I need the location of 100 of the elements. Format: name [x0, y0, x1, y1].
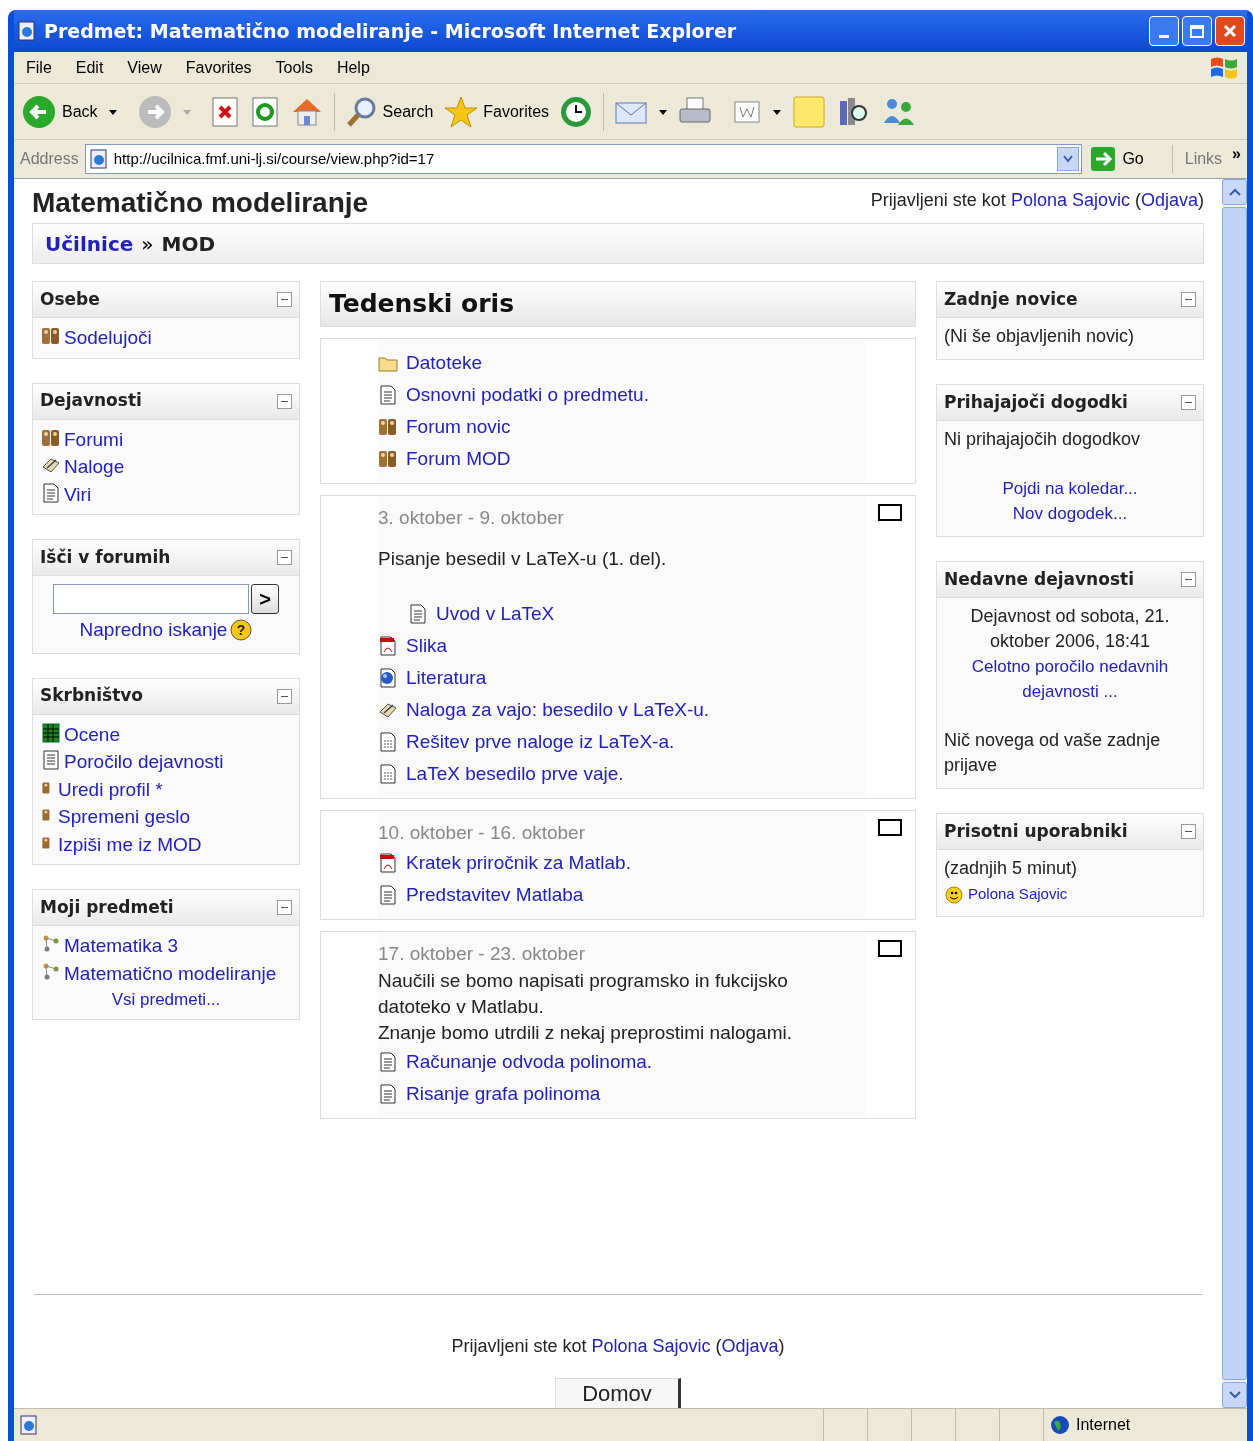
more-link[interactable]: Vsi predmeti... [111, 990, 221, 1009]
more-chevron[interactable]: » [1232, 142, 1241, 166]
activity-link[interactable]: Naloga za vajo: besedilo v LaTeX-u. [406, 697, 710, 723]
document-icon [408, 604, 428, 624]
collapse-icon[interactable] [277, 900, 292, 915]
activity-link[interactable]: LaTeX besedilo prve vaje. [406, 761, 624, 787]
block-title: Zadnje novice [944, 287, 1078, 311]
zone-text: Internet [1076, 1415, 1131, 1435]
block-link[interactable]: Pojdi na koledar... [944, 476, 1196, 501]
user-link[interactable]: Polona Sajovic [591, 1333, 711, 1360]
menu-item[interactable]: View [115, 55, 174, 80]
scroll-down-button[interactable] [1222, 1382, 1247, 1408]
close-icon [1222, 23, 1238, 39]
favorites-button[interactable]: Favorites [443, 94, 550, 129]
close-button[interactable] [1215, 16, 1245, 46]
activity-link[interactable]: Forum MOD [406, 446, 511, 472]
block-title: Nedavne dejavnosti [944, 567, 1134, 591]
logout-link[interactable]: Odjava [1140, 187, 1198, 214]
back-button[interactable]: Back [22, 94, 98, 129]
week-dates: 3. oktober - 9. oktober [378, 506, 565, 530]
menu-item[interactable]: Help [324, 55, 382, 80]
block-link[interactable]: Nov dogodek... [944, 501, 1196, 526]
maximize-button[interactable] [1182, 16, 1212, 46]
go-button[interactable]: Go [1088, 146, 1146, 172]
login-text: Prijavljeni ste kot [451, 1335, 587, 1358]
block-link[interactable]: Viri [64, 483, 92, 505]
search-submit-button[interactable]: > [251, 584, 279, 614]
help-icon[interactable]: ? [230, 619, 253, 642]
collapse-icon[interactable] [277, 393, 292, 409]
page-icon [18, 1414, 40, 1436]
search-button[interactable]: Search [344, 94, 434, 129]
search-field[interactable] [53, 584, 249, 614]
globe-icon [1050, 1415, 1070, 1435]
block-text: Nič novega od vaše zadnje prijave [944, 729, 1162, 777]
block-link[interactable]: Uredi profil * [58, 778, 163, 800]
breadcrumb-separator: » [141, 230, 154, 258]
logout-link[interactable]: Odjava [721, 1333, 779, 1360]
section-summary: Pisanje besedil v LaTeX-u (1. del). [378, 547, 668, 571]
activity-link[interactable]: Slika [406, 633, 448, 659]
dropdown-button[interactable] [1057, 147, 1080, 171]
block-link[interactable]: Matematika 3 [64, 935, 179, 956]
grid-icon [41, 722, 61, 743]
menu-item[interactable]: Favorites [173, 55, 264, 80]
block-text: Ni prihajajočih dogodkov [944, 428, 1142, 451]
square-icon[interactable] [878, 504, 902, 521]
address-field[interactable]: http://ucilnica.fmf.uni-lj.si/course/view.php?id=17 [84, 144, 1083, 174]
activity-link[interactable]: Osnovni podatki o predmetu. [406, 382, 649, 408]
links-label[interactable]: Links [1184, 147, 1223, 171]
block-link[interactable]: Matematično modeliranje [64, 962, 277, 984]
collapse-icon[interactable] [1181, 572, 1196, 587]
activity-link[interactable]: Rešitev prve naloge iz LaTeX-a. [406, 729, 675, 755]
activity-link[interactable]: Literatura [406, 665, 487, 691]
square-icon[interactable] [878, 819, 902, 836]
collapse-icon[interactable] [1181, 292, 1196, 307]
activity-link[interactable]: Risanje grafa polinoma [406, 1081, 601, 1107]
menu-item[interactable]: Tools [263, 55, 325, 80]
chevron-down-icon [1063, 155, 1074, 163]
collapse-icon[interactable] [1181, 395, 1196, 410]
block-link[interactable]: Naloge [64, 456, 125, 477]
menu-item[interactable]: Edit [63, 55, 116, 80]
block-text: (Ni še objavljenih novic) [944, 325, 1136, 348]
activity-link[interactable]: Kratek priročnik za Matlab. [406, 850, 631, 876]
minimize-button[interactable] [1149, 16, 1179, 46]
menu-item[interactable]: File [14, 55, 64, 80]
report-icon [41, 750, 61, 770]
smiley-icon [944, 883, 964, 904]
breadcrumb-link[interactable]: Učilnice [45, 228, 134, 259]
user-link[interactable]: Polona Sajovic [1010, 187, 1130, 214]
home-button[interactable]: Domov [555, 1378, 681, 1408]
user-link[interactable]: Polona Sajovic [968, 881, 1068, 906]
document-w-icon[interactable] [732, 98, 763, 125]
activity-link[interactable]: Datoteke [406, 350, 483, 376]
window-title: Predmet: Matematično modeliranje - Microsoft Internet Explorer [44, 18, 737, 44]
scroll-up-button[interactable] [1222, 179, 1247, 205]
collapse-icon[interactable] [1181, 824, 1196, 839]
collapse-icon[interactable] [277, 550, 292, 565]
block-link[interactable]: Celotno poročilo nedavnih dejavnosti ... [944, 654, 1196, 704]
history-icon[interactable] [559, 94, 594, 129]
section-title: Tedenski oris [329, 288, 515, 321]
dots-icon [41, 961, 61, 982]
block-link[interactable]: Forumi [64, 428, 124, 450]
document-icon [41, 482, 61, 503]
block-link[interactable]: Poročilo dejavnosti [64, 751, 224, 772]
activity-link[interactable]: Računanje odvoda polinoma. [406, 1049, 653, 1075]
collapse-icon[interactable] [277, 688, 292, 704]
refresh-icon[interactable] [249, 95, 280, 128]
advanced-search-link[interactable]: Napredno iskanje [79, 616, 228, 645]
activity-link[interactable]: Forum novic [406, 414, 511, 440]
page-icon [87, 148, 110, 170]
star-icon [443, 94, 480, 129]
activity-link[interactable]: Predstavitev Matlaba [406, 882, 584, 908]
block-link[interactable]: Izpiši me iz MOD [58, 833, 202, 855]
block-link[interactable]: Ocene [64, 723, 120, 745]
collapse-icon[interactable] [277, 292, 292, 307]
block-link[interactable]: Spremeni geslo [58, 806, 191, 827]
block-link[interactable]: Sodelujoči [64, 327, 152, 348]
stop-icon[interactable] [209, 95, 240, 128]
section-summary: Naučili se bomo napisati programsko in fukcijsko datoteko v Matlabu. [378, 969, 789, 1019]
square-icon[interactable] [878, 940, 902, 957]
activity-link[interactable]: Uvod v LaTeX [436, 601, 555, 627]
